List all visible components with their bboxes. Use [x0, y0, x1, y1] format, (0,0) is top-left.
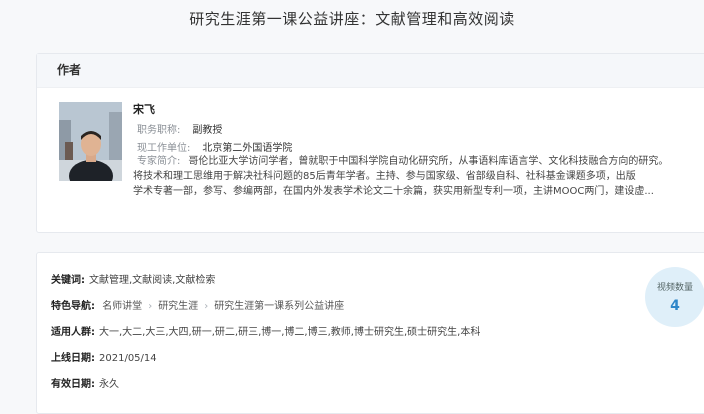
- keywords-row: 关键词: 文献管理,文献阅读,文献检索: [51, 271, 215, 286]
- audience-label: 适用人群:: [51, 327, 95, 338]
- keywords-label: 关键词:: [51, 275, 85, 286]
- author-unit-value: 北京第二外国语学院: [202, 143, 293, 154]
- audience-value: 大一,大二,大三,大四,研一,研二,研三,博一,博二,博三,教师,博士研究生,硕…: [99, 327, 481, 338]
- keywords-value: 文献管理,文献阅读,文献检索: [89, 275, 216, 286]
- author-name: 宋飞: [133, 103, 155, 116]
- video-count-badge: 视频数量 4: [645, 267, 704, 327]
- page-title: 研究生涯第一课公益讲座：文献管理和高效阅读: [189, 10, 515, 28]
- chevron-right-icon: ›: [148, 301, 153, 312]
- author-unit-row: 现工作单位: 北京第二外国语学院: [137, 139, 292, 154]
- breadcrumb-item-lecture-hall[interactable]: 名师讲堂: [102, 301, 142, 312]
- author-card: 作者 宋飞 职务职称: 副教授 现工作单位: 北京第二外国语学院 专家简介: 哥伦比亚…: [36, 53, 704, 233]
- date-row: 上线日期: 2021/05/14: [51, 349, 157, 364]
- video-count-label: 视频数量: [656, 283, 693, 293]
- author-title-row: 职务职称: 副教授: [137, 121, 222, 136]
- validity-row: 有效日期: 永久: [51, 375, 119, 390]
- validity-label: 有效日期:: [51, 379, 95, 390]
- author-intro-label: 专家简介:: [137, 156, 181, 167]
- course-info-card: 关键词: 文献管理,文献阅读,文献检索 特色导航: 名师讲堂 › 研究生涯 › 研究生涯第…: [36, 252, 704, 414]
- author-intro-line: 专家简介: 哥伦比亚大学访问学者，曾就职于中国科学院自动化研究所，从事语料库语言学…: [137, 156, 669, 167]
- author-title-label: 职务职称:: [137, 125, 181, 136]
- nav-label: 特色导航:: [51, 301, 95, 312]
- author-intro-line: 学术专著一部，参写、参编两部，在国内外发表学术论文二十余篇，获实用新型专利一项，…: [133, 186, 654, 197]
- author-intro: 专家简介: 哥伦比亚大学访问学者，曾就职于中国科学院自动化研究所，从事语料库语言学…: [133, 154, 693, 199]
- breadcrumb: 名师讲堂 › 研究生涯 › 研究生涯第一课系列公益讲座: [102, 301, 344, 312]
- validity-value: 永久: [99, 379, 119, 390]
- nav-row: 特色导航: 名师讲堂 › 研究生涯 › 研究生涯第一课系列公益讲座: [51, 297, 344, 312]
- date-value: 2021/05/14: [99, 353, 157, 364]
- chevron-right-icon: ›: [204, 301, 209, 312]
- breadcrumb-item-research-career[interactable]: 研究生涯: [158, 301, 198, 312]
- author-title-value: 副教授: [192, 125, 223, 136]
- author-section-header: 作者: [37, 54, 704, 88]
- author-photo: [59, 102, 122, 181]
- author-unit-label: 现工作单位:: [137, 143, 191, 154]
- video-count-number: 4: [670, 298, 680, 314]
- author-intro-line: 将技术和理工思维用于解决社科问题的85后青年学者。主持、参与国家级、省部级自科、…: [133, 171, 636, 182]
- date-label: 上线日期:: [51, 353, 95, 364]
- audience-row: 适用人群: 大一,大二,大三,大四,研一,研二,研三,博一,博二,博三,教师,博士…: [51, 323, 480, 338]
- breadcrumb-item-lecture-series[interactable]: 研究生涯第一课系列公益讲座: [214, 301, 344, 312]
